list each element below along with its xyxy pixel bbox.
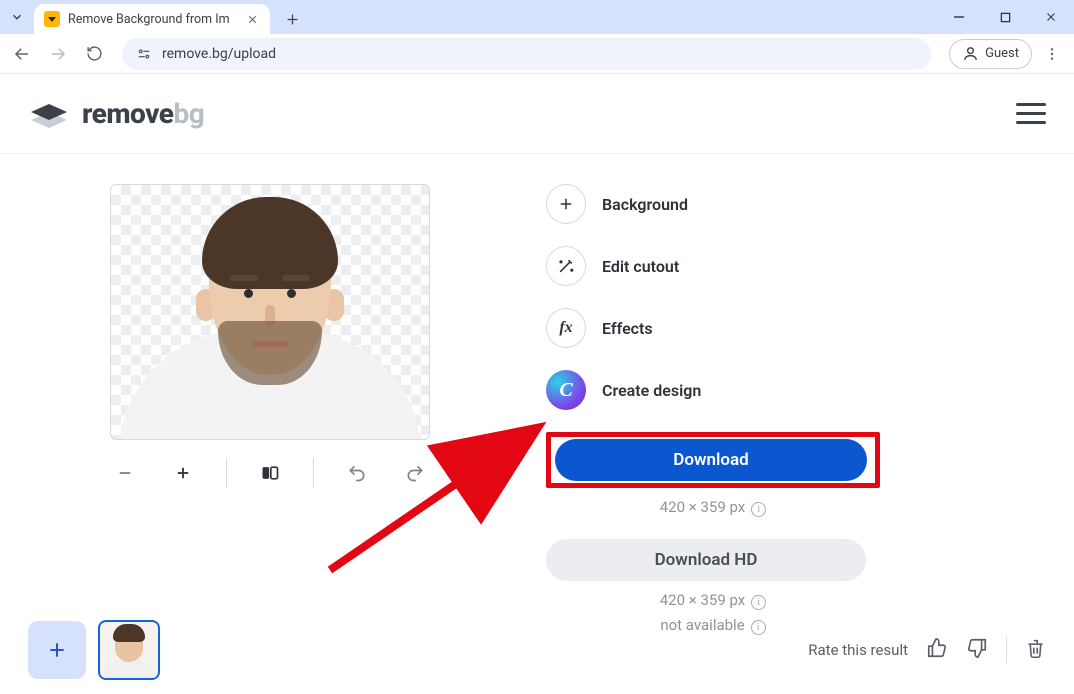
result-preview[interactable] bbox=[110, 184, 430, 440]
browser-toolbar: remove.bg/upload Guest bbox=[0, 34, 1074, 74]
back-button[interactable] bbox=[6, 38, 38, 70]
address-bar[interactable]: remove.bg/upload bbox=[122, 38, 931, 70]
hamburger-menu-button[interactable] bbox=[1016, 103, 1046, 124]
favicon-icon bbox=[44, 11, 60, 27]
window-minimize-button[interactable] bbox=[936, 0, 982, 34]
window-close-button[interactable] bbox=[1028, 0, 1074, 34]
compare-toggle-button[interactable] bbox=[255, 458, 285, 488]
tab-close-icon[interactable] bbox=[244, 11, 260, 27]
image-thumbnail[interactable] bbox=[98, 620, 160, 680]
separator bbox=[1006, 637, 1007, 663]
download-hd-button[interactable]: Download HD bbox=[546, 539, 866, 581]
delete-button[interactable] bbox=[1025, 638, 1046, 663]
undo-button[interactable] bbox=[342, 458, 372, 488]
preview-toolbar bbox=[110, 458, 430, 488]
bottom-bar: Rate this result bbox=[0, 620, 1074, 680]
toolbar-separator bbox=[313, 458, 314, 488]
zoom-in-button[interactable] bbox=[168, 458, 198, 488]
highlight-annotation: Download bbox=[546, 432, 880, 488]
toolbar-separator bbox=[226, 458, 227, 488]
browser-tab-strip: Remove Background from Im bbox=[0, 0, 1074, 34]
option-label: Create design bbox=[602, 381, 701, 400]
guest-label: Guest bbox=[985, 46, 1019, 61]
actions-column: Background Edit cutout fx Effects C Crea… bbox=[540, 184, 880, 635]
redo-button[interactable] bbox=[400, 458, 430, 488]
logo-icon bbox=[28, 98, 70, 130]
profile-guest-chip[interactable]: Guest bbox=[949, 39, 1032, 69]
option-effects[interactable]: fx Effects bbox=[546, 308, 880, 348]
fx-icon: fx bbox=[546, 308, 586, 348]
download-button[interactable]: Download bbox=[555, 439, 867, 481]
option-create-design[interactable]: C Create design bbox=[546, 370, 880, 410]
option-label: Effects bbox=[602, 319, 653, 338]
rate-label: Rate this result bbox=[808, 641, 908, 659]
download-hd-label: Download HD bbox=[655, 550, 758, 570]
tab-list-dropdown[interactable] bbox=[0, 0, 34, 34]
plus-icon bbox=[546, 184, 586, 224]
thumbs-down-button[interactable] bbox=[966, 637, 988, 663]
rate-section: Rate this result bbox=[808, 637, 1046, 663]
url-text: remove.bg/upload bbox=[162, 46, 276, 62]
download-hd-dimensions: 420 × 359 pxi bbox=[546, 591, 880, 610]
option-label: Edit cutout bbox=[602, 257, 679, 276]
info-icon[interactable]: i bbox=[751, 502, 766, 517]
logo[interactable]: removebg bbox=[28, 97, 204, 130]
option-label: Background bbox=[602, 195, 688, 214]
download-label: Download bbox=[673, 450, 748, 470]
window-controls bbox=[936, 0, 1074, 34]
logo-text: removebg bbox=[82, 97, 204, 130]
tab-title: Remove Background from Im bbox=[68, 12, 236, 27]
browser-menu-button[interactable] bbox=[1036, 38, 1068, 70]
option-edit-cutout[interactable]: Edit cutout bbox=[546, 246, 880, 286]
thumbs-up-button[interactable] bbox=[926, 637, 948, 663]
zoom-out-button[interactable] bbox=[110, 458, 140, 488]
reload-button[interactable] bbox=[78, 38, 110, 70]
window-maximize-button[interactable] bbox=[982, 0, 1028, 34]
option-background[interactable]: Background bbox=[546, 184, 880, 224]
active-tab[interactable]: Remove Background from Im bbox=[34, 4, 270, 34]
site-settings-icon[interactable] bbox=[136, 46, 152, 62]
preview-column bbox=[0, 184, 540, 635]
add-image-button[interactable] bbox=[28, 621, 86, 679]
page-header: removebg bbox=[0, 74, 1074, 154]
forward-button[interactable] bbox=[42, 38, 74, 70]
person-cutout-image bbox=[125, 184, 415, 439]
workspace: Background Edit cutout fx Effects C Crea… bbox=[0, 154, 1074, 635]
wand-icon bbox=[546, 246, 586, 286]
new-tab-button[interactable] bbox=[278, 5, 306, 33]
canva-icon: C bbox=[546, 370, 586, 410]
info-icon[interactable]: i bbox=[751, 595, 766, 610]
download-dimensions: 420 × 359 pxi bbox=[546, 498, 880, 517]
